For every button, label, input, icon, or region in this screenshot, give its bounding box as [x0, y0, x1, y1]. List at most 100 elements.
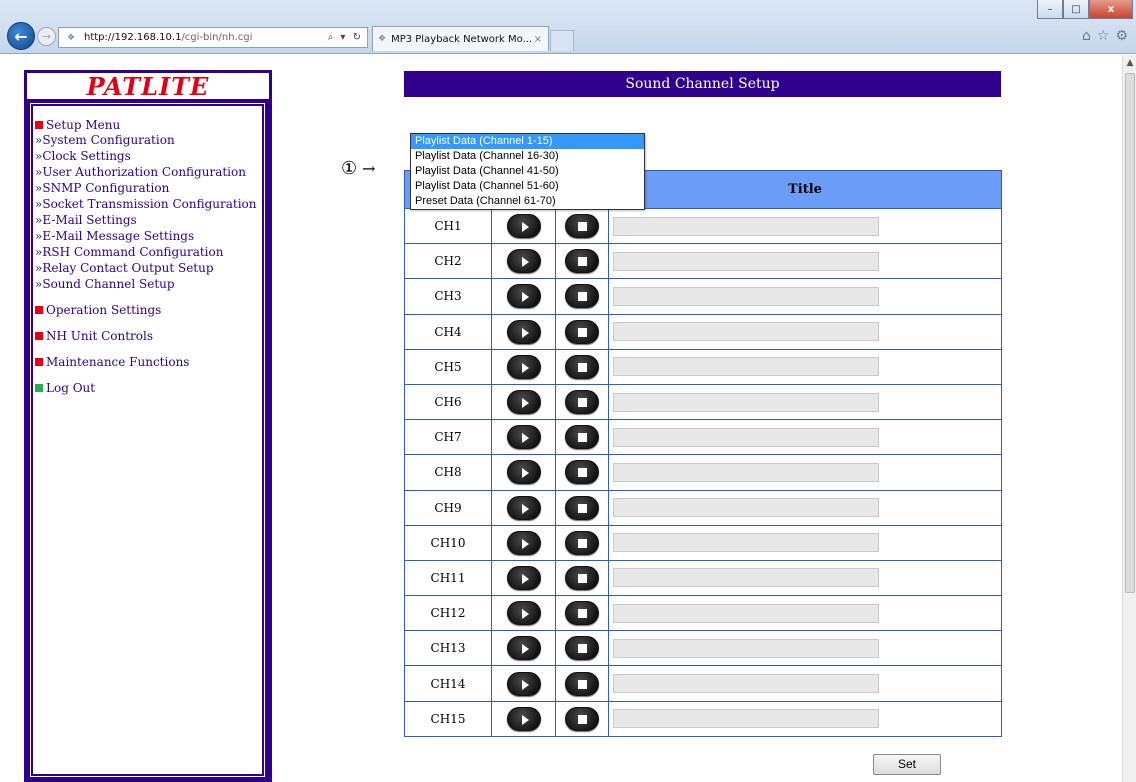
operation-settings-heading[interactable]: Operation Settings: [35, 302, 258, 318]
maximize-button[interactable]: □: [1063, 0, 1089, 19]
stop-button[interactable]: [565, 565, 599, 590]
title-input[interactable]: [613, 498, 879, 518]
search-refresh-icons[interactable]: ⌕ ▾ ↻: [328, 32, 363, 43]
channel-name: CH1: [404, 207, 492, 245]
back-arrow-icon[interactable]: ←: [7, 22, 35, 50]
title-cell: [608, 524, 1002, 561]
vertical-scrollbar[interactable]: ▲: [1122, 55, 1136, 782]
play-button[interactable]: [506, 425, 541, 450]
dropdown-option[interactable]: Playlist Data (Channel 41-50): [411, 164, 644, 179]
gear-icon[interactable]: ⚙: [1115, 28, 1128, 44]
dropdown-option[interactable]: Playlist Data (Channel 51-60): [411, 179, 644, 194]
menu-socket-transmission[interactable]: »Socket Transmission Configuration: [35, 196, 258, 212]
close-window-button[interactable]: x: [1089, 0, 1133, 19]
stop-button[interactable]: [565, 425, 599, 450]
new-tab-button[interactable]: [550, 30, 574, 51]
set-button[interactable]: Set: [873, 754, 941, 775]
nh-unit-controls-heading[interactable]: NH Unit Controls: [35, 328, 258, 344]
title-input[interactable]: [613, 322, 879, 342]
stop-button[interactable]: [565, 284, 599, 309]
stop-icon: [578, 679, 587, 689]
menu-sound-channel-setup[interactable]: »Sound Channel Setup: [35, 276, 258, 292]
title-input[interactable]: [613, 251, 879, 271]
title-input[interactable]: [613, 357, 879, 377]
dropdown-option[interactable]: Playlist Data (Channel 1-15): [411, 134, 644, 149]
title-input[interactable]: [613, 709, 879, 729]
scroll-thumb[interactable]: [1125, 73, 1135, 593]
play-button[interactable]: [506, 530, 541, 555]
stop-button[interactable]: [565, 671, 599, 696]
channel-name: CH9: [404, 489, 492, 526]
play-button[interactable]: [506, 636, 541, 661]
forward-arrow-icon[interactable]: →: [37, 27, 56, 46]
menu-clock-settings[interactable]: »Clock Settings: [35, 148, 258, 164]
site-favicon-icon: ❖: [66, 32, 76, 43]
red-square-icon: [35, 332, 43, 340]
title-input[interactable]: [613, 427, 879, 447]
maintenance-functions-label: Maintenance Functions: [46, 355, 190, 369]
play-button[interactable]: [506, 601, 541, 626]
play-icon: [521, 222, 529, 233]
menu-system-configuration[interactable]: »System Configuration: [35, 132, 258, 148]
menu-user-authorization[interactable]: »User Authorization Configuration: [35, 164, 258, 180]
stop-button[interactable]: [565, 706, 599, 731]
address-bar[interactable]: ❖ http://192.168.10.1 /cgi-bin/nh.cgi ⌕ …: [58, 27, 368, 48]
play-button[interactable]: [506, 390, 541, 415]
stop-button[interactable]: [565, 319, 599, 344]
play-button[interactable]: [506, 249, 541, 274]
play-button[interactable]: [506, 319, 541, 344]
stop-button[interactable]: [565, 249, 599, 274]
menu-relay-contact-output[interactable]: »Relay Contact Output Setup: [35, 260, 258, 276]
title-input[interactable]: [613, 392, 879, 412]
play-button[interactable]: [506, 214, 541, 239]
play-icon: [521, 573, 529, 584]
play-button[interactable]: [506, 671, 541, 696]
dropdown-option[interactable]: Preset Data (Channel 61-70): [411, 194, 644, 209]
menu-snmp-configuration[interactable]: »SNMP Configuration: [35, 180, 258, 196]
play-cell: [491, 278, 556, 315]
stop-button[interactable]: [565, 354, 599, 379]
play-cell: [491, 665, 556, 702]
stop-button[interactable]: [565, 460, 599, 485]
play-button[interactable]: [506, 565, 541, 590]
setup-menu-heading[interactable]: Setup Menu: [35, 117, 258, 132]
patlite-logo: PATLITE: [86, 71, 210, 101]
menu-email-settings[interactable]: »E-Mail Settings: [35, 212, 258, 228]
stop-button[interactable]: [565, 530, 599, 555]
favorites-star-icon[interactable]: ☆: [1097, 28, 1110, 44]
logo-box: PATLITE: [27, 71, 269, 101]
play-button[interactable]: [506, 284, 541, 309]
stop-button[interactable]: [565, 495, 599, 520]
scroll-up-icon[interactable]: ▲: [1123, 55, 1136, 71]
maintenance-functions-heading[interactable]: Maintenance Functions: [35, 354, 258, 370]
tab-close-icon[interactable]: ×: [534, 34, 542, 45]
menu-box: Setup Menu »System Configuration »Clock …: [30, 103, 265, 777]
play-button[interactable]: [506, 460, 541, 485]
home-icon[interactable]: ⌂: [1082, 28, 1091, 44]
title-input[interactable]: [613, 638, 879, 658]
title-input[interactable]: [613, 568, 879, 588]
play-button[interactable]: [506, 706, 541, 731]
title-input[interactable]: [613, 533, 879, 553]
title-input[interactable]: [613, 286, 879, 306]
title-input[interactable]: [613, 462, 879, 482]
logout-link[interactable]: Log Out: [35, 380, 258, 396]
title-input[interactable]: [613, 674, 879, 694]
stop-button[interactable]: [565, 636, 599, 661]
play-icon: [521, 362, 529, 373]
dropdown-option[interactable]: Playlist Data (Channel 16-30): [411, 149, 644, 164]
minimize-button[interactable]: –: [1037, 0, 1063, 19]
browser-tab[interactable]: ❖ MP3 Playback Network Mo... ×: [372, 26, 549, 51]
menu-email-message-settings[interactable]: »E-Mail Message Settings: [35, 228, 258, 244]
title-cell: [608, 595, 1002, 632]
play-cell: [491, 313, 556, 350]
play-button[interactable]: [506, 495, 541, 520]
channel-range-dropdown[interactable]: Playlist Data (Channel 1-15) Playlist Dat…: [410, 133, 645, 210]
menu-rsh-command[interactable]: »RSH Command Configuration: [35, 244, 258, 260]
stop-button[interactable]: [565, 390, 599, 415]
play-button[interactable]: [506, 354, 541, 379]
title-input[interactable]: [613, 216, 879, 236]
stop-button[interactable]: [565, 214, 599, 239]
title-input[interactable]: [613, 603, 879, 623]
stop-button[interactable]: [565, 601, 599, 626]
